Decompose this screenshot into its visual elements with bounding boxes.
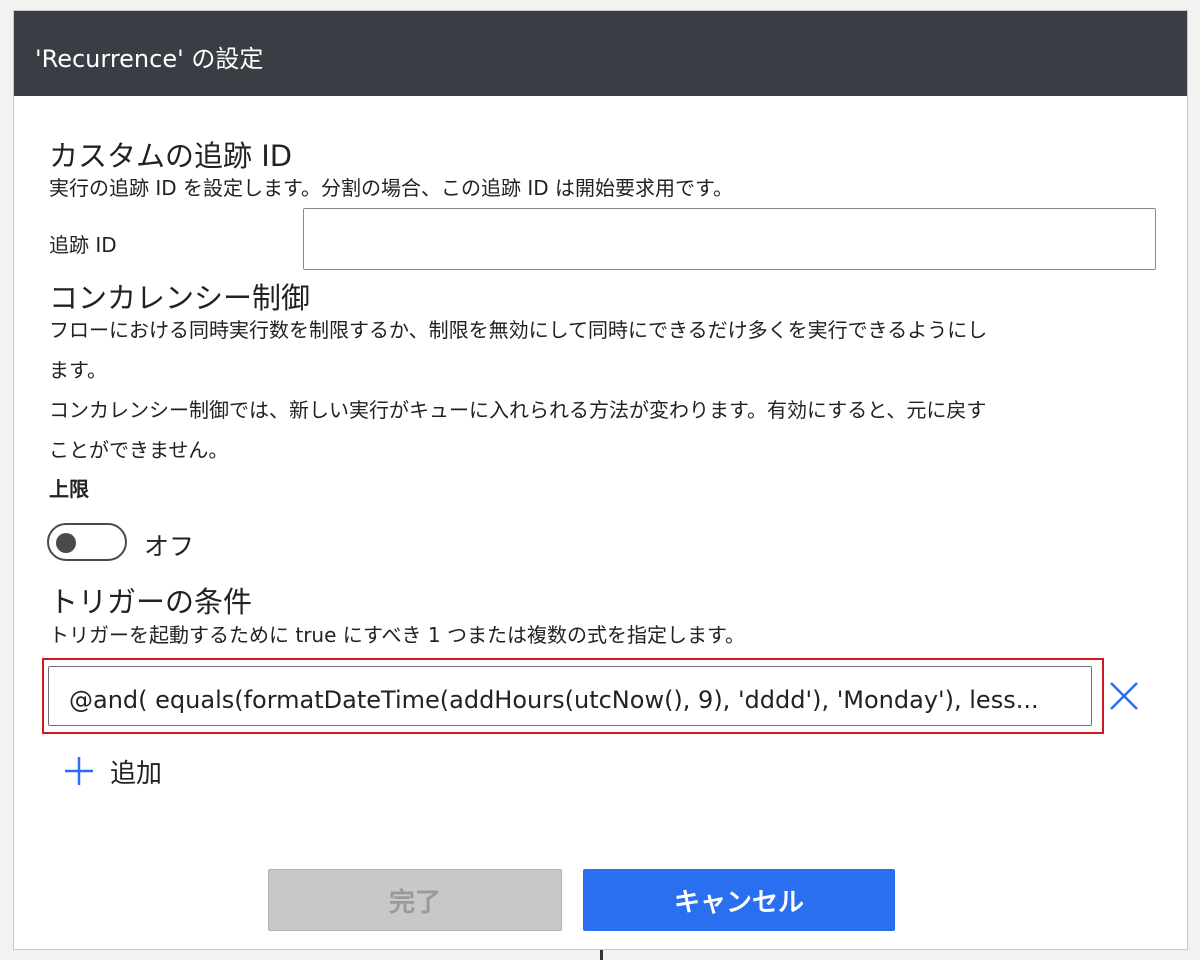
trigger-conditions-description: トリガーを起動するために true にすべき 1 つまたは複数の式を指定します。	[49, 623, 745, 647]
concurrency-description-line-2: ます。	[49, 358, 107, 382]
concurrency-description-line-4: ことができません。	[49, 438, 229, 462]
toggle-knob	[56, 533, 76, 553]
dialog-title: 'Recurrence' の設定	[14, 11, 1187, 96]
trigger-condition-input[interactable]: @and( equals(formatDateTime(addHours(utc…	[48, 666, 1092, 726]
concurrency-description-line-1: フローにおける同時実行数を制限するか、制限を無効にして同時にできるだけ多くを実行…	[49, 318, 988, 342]
cancel-button[interactable]: キャンセル	[583, 869, 895, 931]
plus-icon	[65, 757, 93, 785]
add-condition-label: 追加	[110, 759, 163, 789]
concurrency-limit-toggle[interactable]	[47, 523, 127, 561]
tracking-id-description: 実行の追跡 ID を設定します。分割の場合、この追跡 ID は開始要求用です。	[49, 176, 734, 200]
tracking-id-input[interactable]	[303, 208, 1156, 270]
connector-line	[600, 950, 603, 960]
concurrency-description-line-3: コンカレンシー制御では、新しい実行がキューに入れられる方法が変わります。有効にす…	[49, 398, 987, 422]
close-icon	[1110, 682, 1138, 710]
tracking-id-label: 追跡 ID	[49, 233, 117, 257]
settings-dialog: 'Recurrence' の設定 カスタムの追跡 ID 実行の追跡 ID を設定…	[13, 10, 1188, 950]
remove-condition-button[interactable]	[1107, 679, 1141, 713]
toggle-state-label: オフ	[144, 532, 195, 561]
done-button[interactable]: 完了	[268, 869, 562, 931]
limit-label: 上限	[49, 477, 89, 501]
